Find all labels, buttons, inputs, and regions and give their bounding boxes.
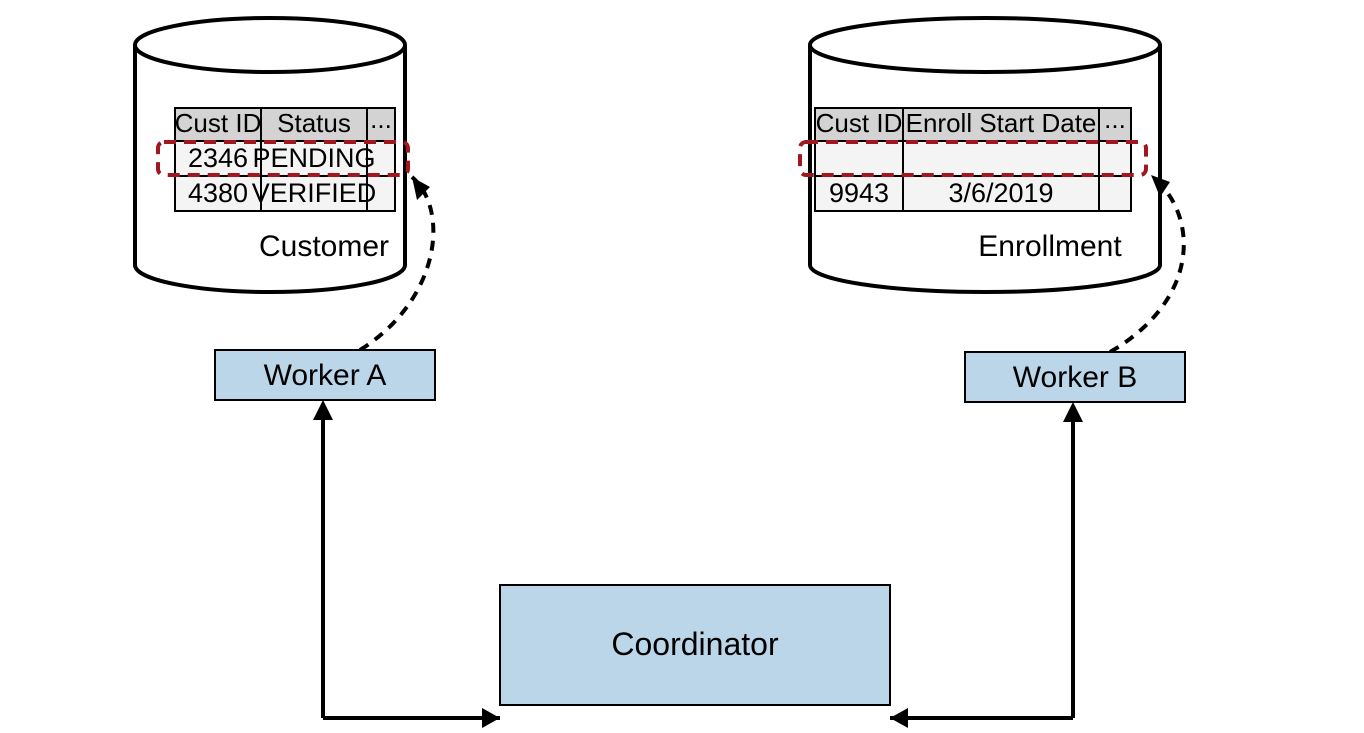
coordinator-label: Coordinator: [611, 626, 779, 662]
customer-row0-status: PENDING: [252, 143, 375, 173]
customer-table: Cust ID Status ... 2346 PENDING 4380 VER…: [158, 104, 408, 211]
cylinder-b-label: Enrollment: [978, 230, 1122, 263]
enrollment-header-custid: Cust ID: [816, 108, 903, 138]
enrollment-row1-id: 9943: [829, 178, 889, 208]
customer-header-status: Status: [277, 108, 351, 138]
enrollment-header-date: Enroll Start Date: [906, 108, 1097, 138]
worker-b-label: Worker B: [1013, 361, 1137, 394]
customer-row1-id: 4380: [188, 178, 248, 208]
customer-header-more: ...: [370, 104, 392, 134]
arrow-coordinator-worker-a-icon: [313, 400, 500, 728]
customer-row1-status: VERIFIED: [252, 178, 377, 208]
arrow-coordinator-worker-b-icon: [890, 402, 1083, 728]
architecture-diagram: Cust ID Status ... 2346 PENDING 4380 VER…: [0, 0, 1364, 733]
customer-header-custid: Cust ID: [175, 108, 262, 138]
enrollment-row1-date: 3/6/2019: [948, 178, 1053, 208]
cylinder-a-label: Customer: [259, 230, 389, 263]
database-cylinder-customer: Cust ID Status ... 2346 PENDING 4380 VER…: [135, 18, 408, 292]
worker-a-label: Worker A: [264, 359, 387, 392]
customer-row0-id: 2346: [188, 143, 248, 173]
enrollment-header-more: ...: [1104, 104, 1126, 134]
enrollment-table: Cust ID Enroll Start Date ... 9943 3/6/2…: [800, 104, 1146, 211]
database-cylinder-enrollment: Cust ID Enroll Start Date ... 9943 3/6/2…: [800, 18, 1160, 292]
